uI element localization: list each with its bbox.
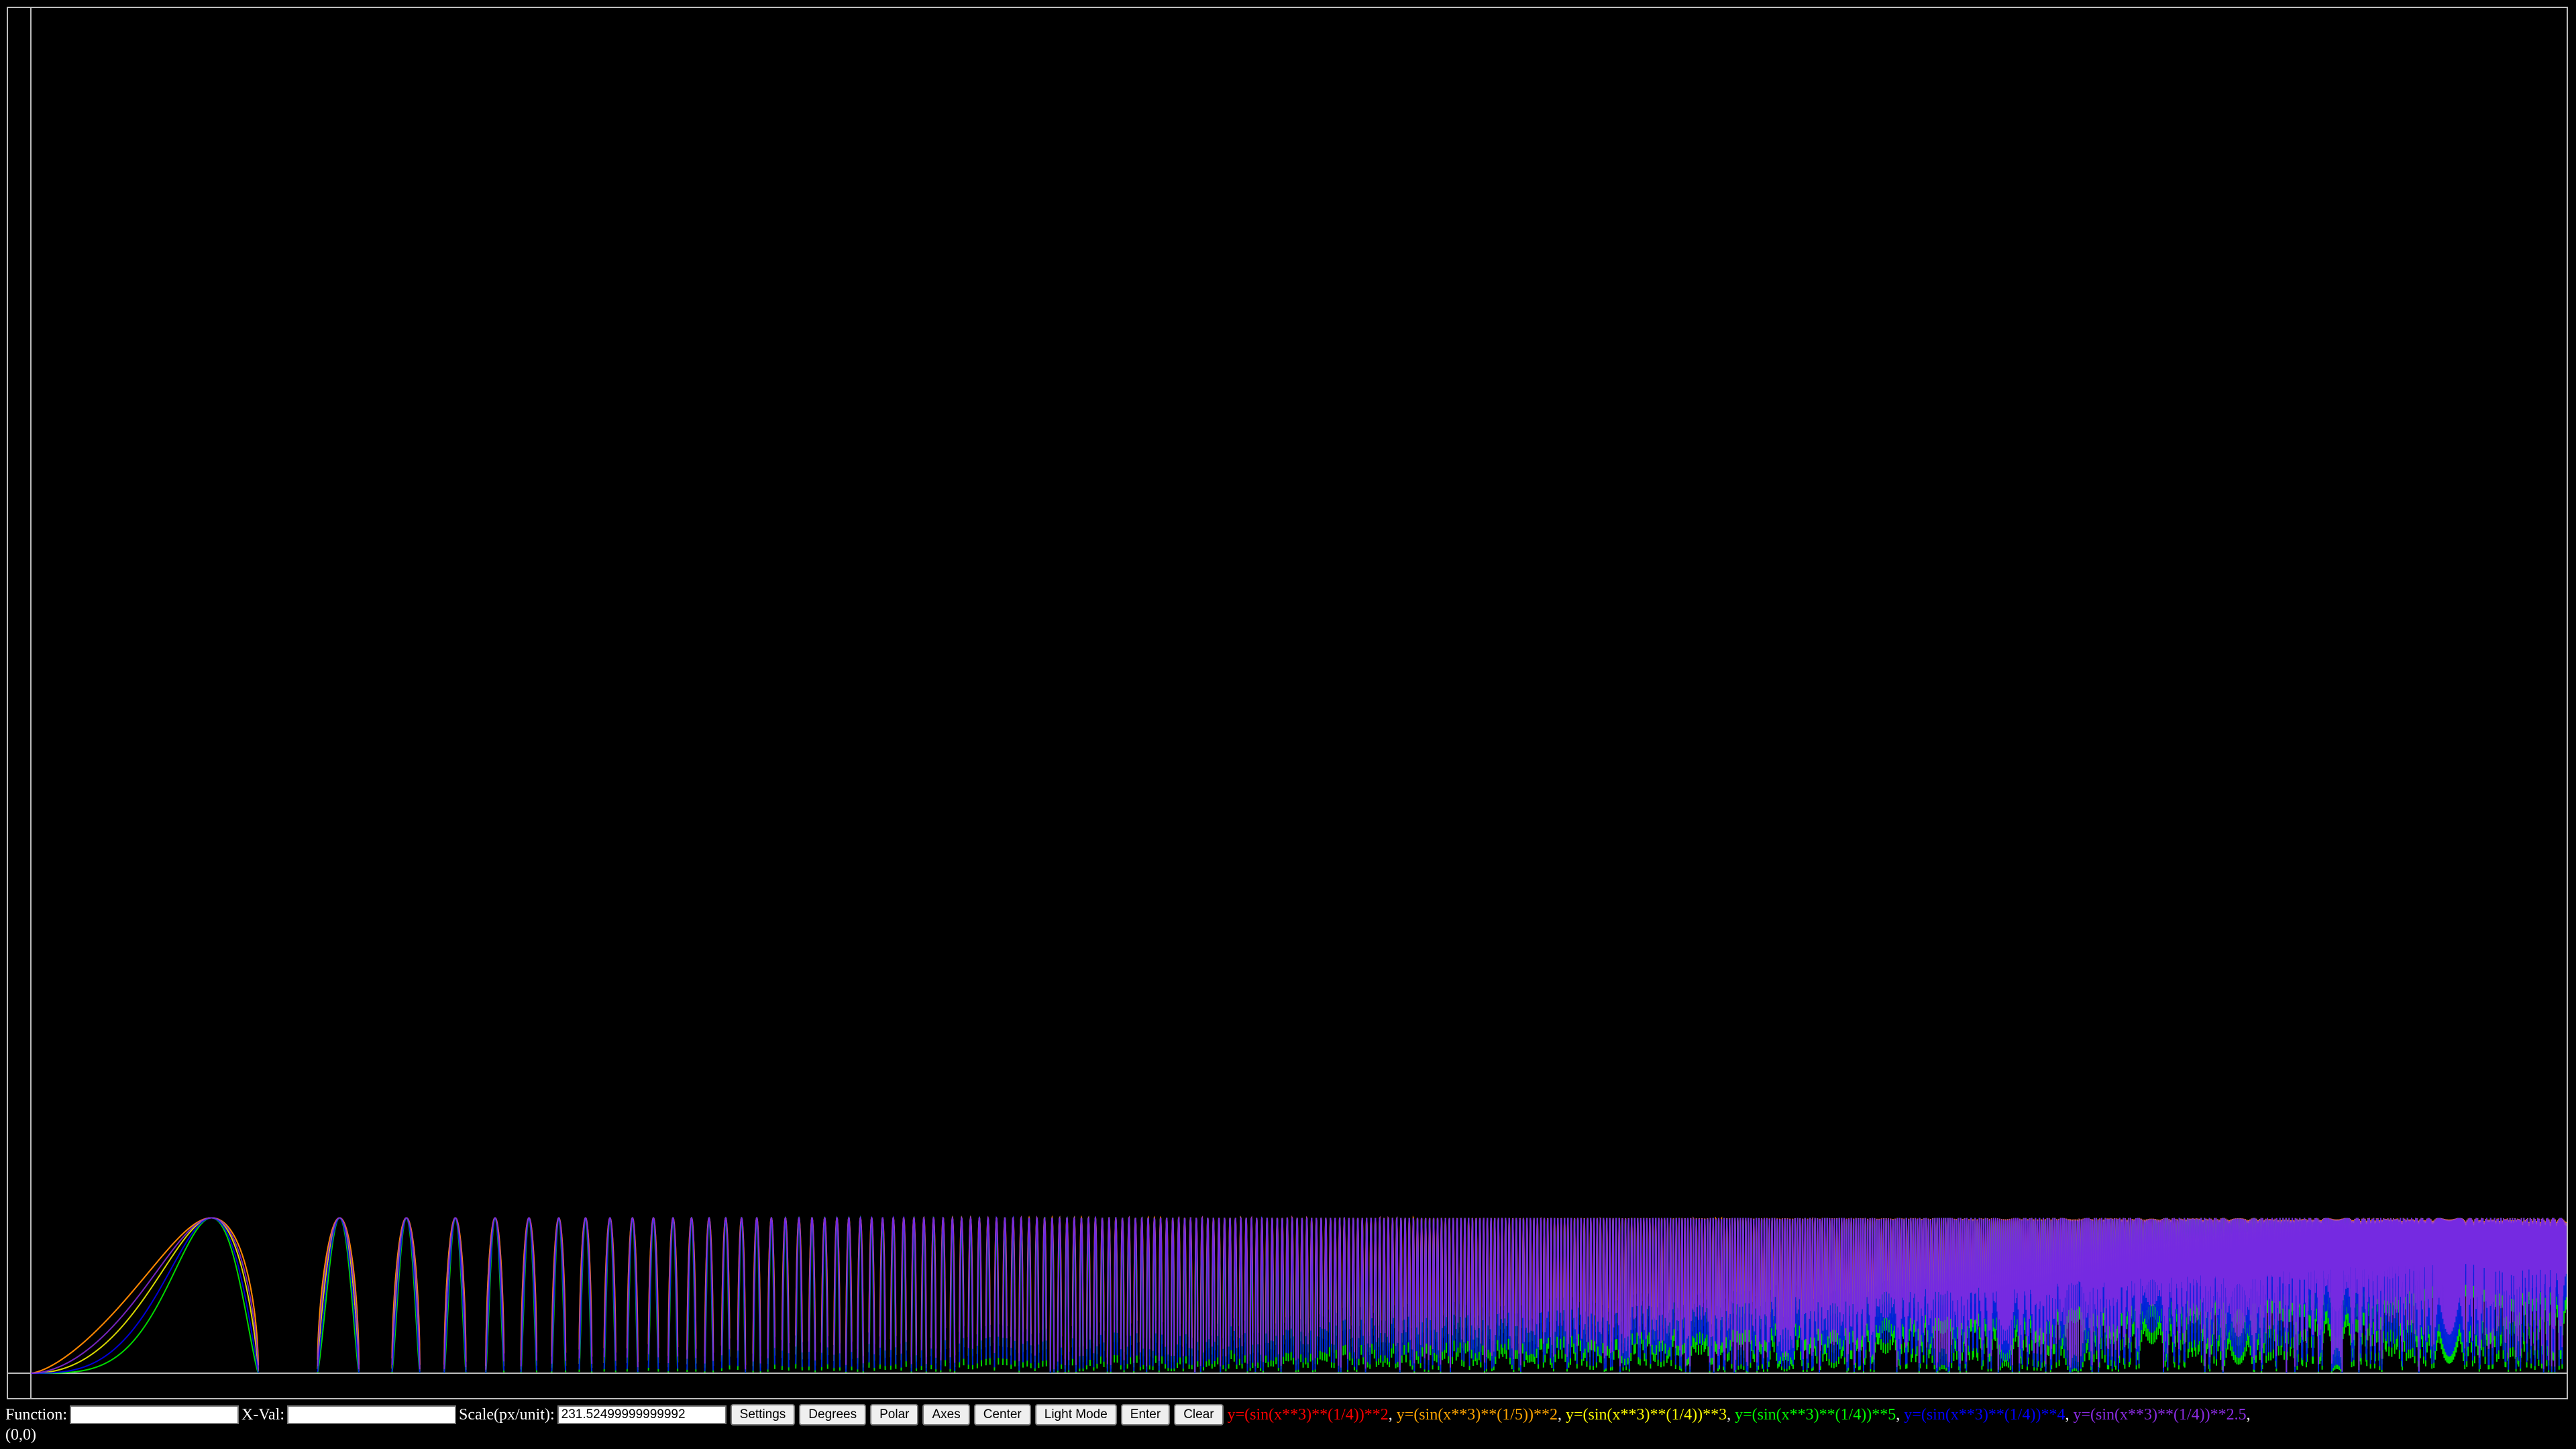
plot-area — [8, 8, 2567, 1398]
scale-label: Scale(px/unit): — [459, 1405, 555, 1424]
function-entry[interactable]: y=(sin(x**3)**(1/4))**2.5 — [2073, 1406, 2246, 1424]
function-list: y=(sin(x**3)**(1/4))**2, y=(sin(x**3)**(… — [1227, 1405, 2251, 1424]
polar-button[interactable]: Polar — [870, 1404, 919, 1426]
function-entry[interactable]: y=(sin(x**3)**(1/4))**2 — [1228, 1406, 1389, 1424]
degrees-button[interactable]: Degrees — [799, 1404, 867, 1426]
scale-input[interactable] — [557, 1405, 727, 1424]
enter-button[interactable]: Enter — [1120, 1404, 1171, 1426]
graph-canvas[interactable] — [7, 7, 2568, 1399]
function-entry[interactable]: y=(sin(x**3)**(1/5))**2 — [1397, 1406, 1558, 1424]
center-button[interactable]: Center — [973, 1404, 1031, 1426]
toolbar: Function: X-Val: Scale(px/unit): Setting… — [5, 1404, 2251, 1426]
function-entry[interactable]: y=(sin(x**3)**(1/4))**4 — [1904, 1406, 2065, 1424]
xval-input[interactable] — [287, 1405, 456, 1424]
clear-button[interactable]: Clear — [1174, 1404, 1224, 1426]
coordinate-readout: (0,0) — [5, 1426, 36, 1444]
light-mode-button[interactable]: Light Mode — [1034, 1404, 1117, 1426]
function-label: Function: — [5, 1405, 68, 1424]
function-entry[interactable]: y=(sin(x**3)**(1/4))**5 — [1735, 1406, 1896, 1424]
function-entry[interactable]: y=(sin(x**3)**(1/4))**3 — [1566, 1406, 1727, 1424]
settings-button[interactable]: Settings — [730, 1404, 796, 1426]
axes-button[interactable]: Axes — [922, 1404, 970, 1426]
function-input[interactable] — [70, 1405, 239, 1424]
xval-label: X-Val: — [241, 1405, 284, 1424]
